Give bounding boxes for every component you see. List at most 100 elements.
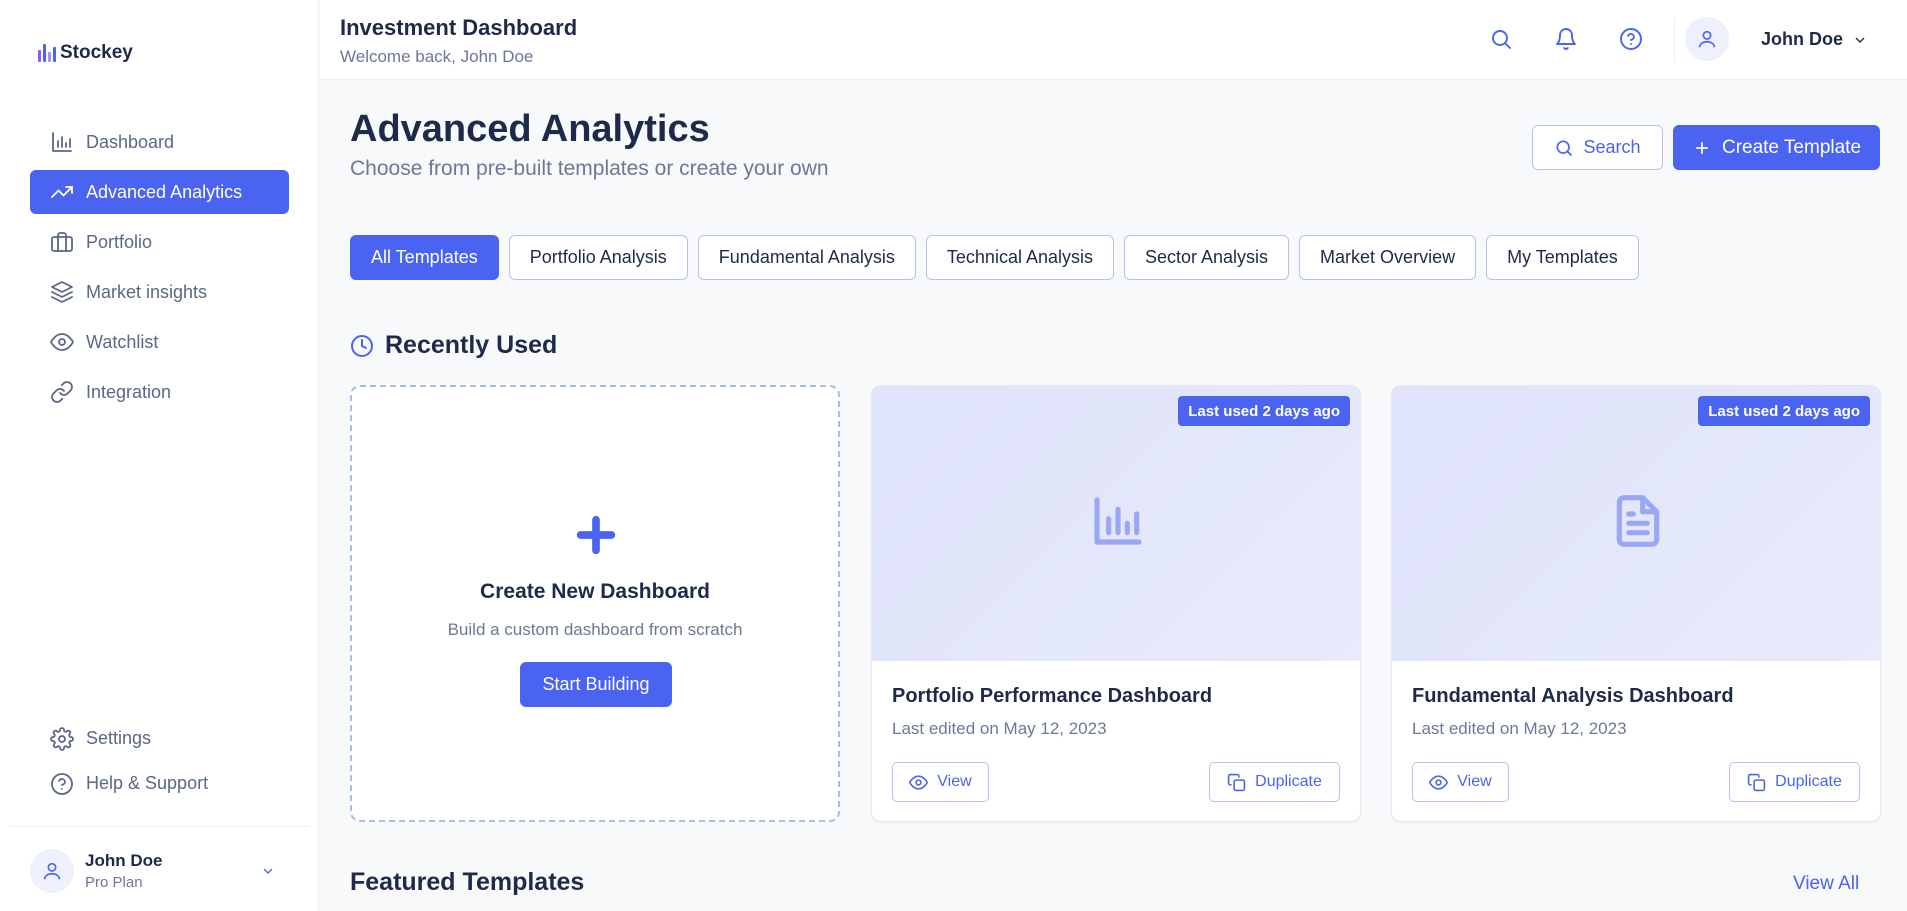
duplicate-label: Duplicate bbox=[1775, 773, 1842, 790]
bar-chart-icon bbox=[1094, 497, 1142, 545]
filter-my-templates[interactable]: My Templates bbox=[1486, 235, 1639, 280]
filter-technical-analysis[interactable]: Technical Analysis bbox=[925, 235, 1114, 280]
search-icon bbox=[1492, 30, 1511, 49]
sidebar-item-label: Integration bbox=[86, 381, 172, 402]
sidebar-item-label: Advanced Analytics bbox=[86, 181, 243, 202]
card-title: Fundamental Analysis Dashboard bbox=[1412, 685, 1734, 707]
gear-icon bbox=[50, 726, 74, 751]
document-icon bbox=[1616, 495, 1660, 547]
top-bar: Investment Dashboard Welcome back, John … bbox=[320, 0, 1907, 80]
eye-icon bbox=[50, 333, 74, 351]
link-icon bbox=[51, 381, 73, 403]
view-label: View bbox=[1457, 773, 1492, 790]
sidebar-item-market-insights[interactable]: Market insights bbox=[30, 270, 289, 314]
card-thumbnail: Last used 2 days ago bbox=[872, 386, 1360, 661]
brand-name: Stockey bbox=[60, 42, 133, 63]
card-title: Create New Dashboard bbox=[480, 580, 710, 603]
sidebar: Stockey Dashboard Advanced Analytics Por… bbox=[0, 0, 319, 911]
card-date: Last edited on May 12, 2023 bbox=[892, 719, 1107, 738]
plus-icon bbox=[576, 515, 616, 555]
sidebar-item-label: Market insights bbox=[86, 281, 208, 302]
featured-templates-heading: Featured Templates bbox=[350, 868, 585, 896]
search-button[interactable] bbox=[1486, 24, 1516, 54]
last-used-badge: Last used 2 days ago bbox=[1698, 396, 1870, 426]
duplicate-label: Duplicate bbox=[1255, 773, 1322, 790]
plus-icon bbox=[1696, 141, 1708, 154]
sidebar-item-label: Watchlist bbox=[86, 331, 159, 352]
filter-all-templates[interactable]: All Templates bbox=[350, 235, 499, 280]
bell-icon bbox=[1556, 28, 1576, 50]
trending-up-icon bbox=[51, 186, 73, 198]
create-new-dashboard-card[interactable]: Create New Dashboard Build a custom dash… bbox=[350, 385, 840, 822]
avatar bbox=[30, 849, 74, 893]
sidebar-item-label: Settings bbox=[86, 728, 152, 748]
sidebar-item-help[interactable]: Help & Support bbox=[30, 761, 289, 806]
sidebar-user-plan: Pro Plan bbox=[85, 874, 143, 891]
section-title: Recently Used bbox=[385, 331, 558, 359]
briefcase-icon bbox=[51, 232, 73, 252]
bar-chart-icon bbox=[52, 132, 72, 152]
logo-icon bbox=[38, 44, 56, 62]
divider bbox=[1674, 18, 1675, 62]
page-title: Advanced Analytics bbox=[350, 108, 710, 150]
duplicate-button[interactable]: Duplicate bbox=[1209, 762, 1340, 802]
sidebar-item-label: Help & Support bbox=[86, 773, 209, 793]
card-thumbnail: Last used 2 days ago bbox=[1392, 386, 1880, 661]
welcome-text: Welcome back, John Doe bbox=[340, 47, 534, 66]
create-template-button[interactable]: Create Template bbox=[1673, 125, 1880, 170]
eye-icon bbox=[1429, 774, 1449, 790]
sidebar-nav: Dashboard Advanced Analytics Portfolio M… bbox=[30, 120, 289, 420]
filter-market-overview[interactable]: Market Overview bbox=[1299, 235, 1477, 280]
sidebar-item-label: Dashboard bbox=[86, 131, 175, 152]
help-circle-icon bbox=[51, 772, 73, 795]
copy-icon bbox=[1747, 773, 1766, 791]
card-subtitle: Build a custom dashboard from scratch bbox=[447, 620, 743, 639]
search-templates-button[interactable]: Search bbox=[1532, 125, 1663, 170]
clock-icon bbox=[351, 334, 373, 357]
user-menu-name[interactable]: John Doe bbox=[1761, 29, 1843, 50]
search-icon bbox=[1556, 140, 1573, 156]
page-subtitle: Choose from pre-built templates or creat… bbox=[350, 157, 829, 180]
duplicate-button[interactable]: Duplicate bbox=[1729, 762, 1860, 802]
brand-logo[interactable]: Stockey bbox=[38, 42, 133, 64]
sidebar-item-label: Portfolio bbox=[86, 231, 153, 252]
last-used-badge: Last used 2 days ago bbox=[1178, 396, 1350, 426]
view-button[interactable]: View bbox=[1412, 762, 1509, 802]
user-icon bbox=[43, 862, 61, 880]
sidebar-item-watchlist[interactable]: Watchlist bbox=[30, 320, 289, 364]
recently-used-heading: Recently Used bbox=[350, 331, 557, 360]
help-circle-icon bbox=[1620, 28, 1642, 50]
view-button[interactable]: View bbox=[892, 762, 989, 802]
user-icon bbox=[1698, 30, 1716, 48]
view-label: View bbox=[937, 773, 972, 790]
create-button-label: Create Template bbox=[1721, 136, 1862, 158]
filter-sector-analysis[interactable]: Sector Analysis bbox=[1123, 235, 1290, 280]
sidebar-user-name: John Doe bbox=[85, 851, 163, 870]
help-button[interactable] bbox=[1616, 24, 1646, 54]
sidebar-item-integration[interactable]: Integration bbox=[30, 370, 289, 414]
filter-fundamental-analysis[interactable]: Fundamental Analysis bbox=[697, 235, 916, 280]
copy-icon bbox=[1227, 773, 1246, 791]
view-all-link[interactable]: View All bbox=[1793, 873, 1859, 895]
sidebar-item-portfolio[interactable]: Portfolio bbox=[30, 220, 289, 264]
filter-portfolio-analysis[interactable]: Portfolio Analysis bbox=[508, 235, 688, 280]
search-button-label: Search bbox=[1583, 137, 1641, 157]
chevron-down-icon[interactable] bbox=[1852, 32, 1868, 48]
chevron-down-icon[interactable] bbox=[260, 863, 276, 879]
layers-icon bbox=[51, 281, 73, 303]
template-card[interactable]: Last used 2 days ago Fundamental Analysi… bbox=[1391, 385, 1881, 822]
avatar[interactable] bbox=[1685, 17, 1729, 61]
sidebar-item-dashboard[interactable]: Dashboard bbox=[30, 120, 289, 164]
sidebar-user-menu[interactable]: John Doe Pro Plan bbox=[10, 826, 309, 911]
notifications-button[interactable] bbox=[1551, 24, 1581, 54]
app-title: Investment Dashboard bbox=[340, 15, 578, 40]
start-building-button[interactable]: Start Building bbox=[520, 662, 672, 707]
sidebar-item-settings[interactable]: Settings bbox=[30, 716, 289, 761]
template-card[interactable]: Last used 2 days ago Portfolio Performan… bbox=[871, 385, 1361, 822]
sidebar-bottom-nav: Settings Help & Support bbox=[30, 716, 289, 806]
card-title: Portfolio Performance Dashboard bbox=[892, 685, 1213, 707]
sidebar-item-advanced-analytics[interactable]: Advanced Analytics bbox=[30, 170, 289, 214]
card-date: Last edited on May 12, 2023 bbox=[1412, 719, 1627, 738]
eye-icon bbox=[909, 774, 929, 790]
template-filters: All Templates Portfolio Analysis Fundame… bbox=[350, 235, 1639, 280]
